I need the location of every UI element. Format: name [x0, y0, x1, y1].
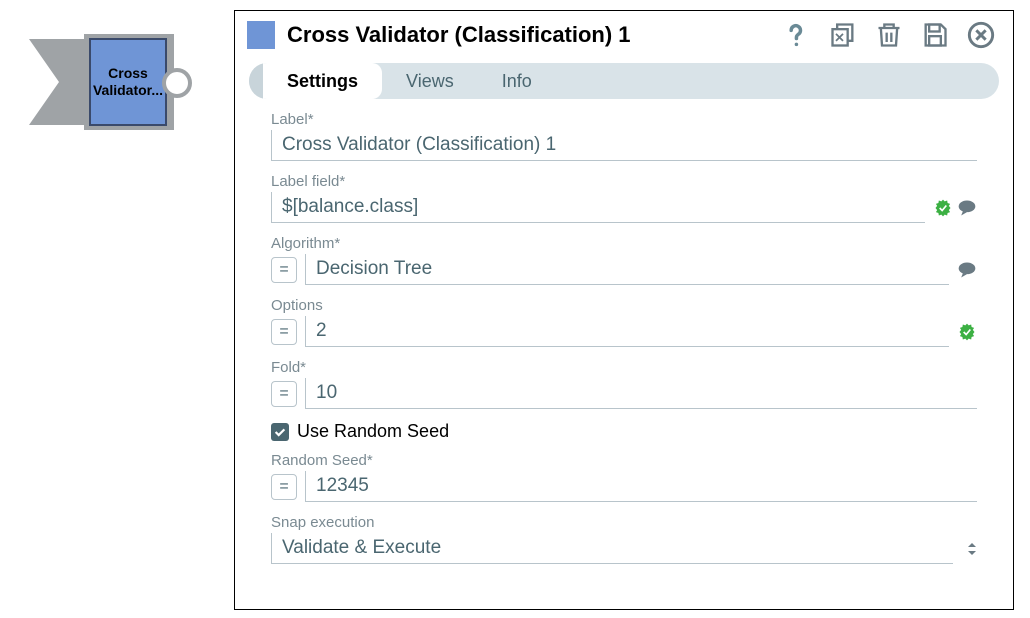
label-input[interactable]	[271, 130, 977, 161]
field-fold: Fold* =	[271, 359, 977, 409]
label-field-input[interactable]	[271, 192, 925, 223]
random-seed-input[interactable]	[305, 471, 977, 502]
fold-input[interactable]	[305, 378, 977, 409]
options-input[interactable]	[305, 316, 949, 347]
field-label: Label*	[271, 111, 977, 161]
algorithm-text: Algorithm*	[271, 235, 977, 252]
label-text: Label*	[271, 111, 977, 128]
valid-icon	[957, 322, 977, 342]
field-random-seed: Random Seed* =	[271, 452, 977, 502]
panel-color-swatch	[247, 21, 275, 49]
label-field-text: Label field*	[271, 173, 977, 190]
select-stepper[interactable]	[967, 541, 977, 557]
output-port[interactable]	[162, 68, 192, 98]
chevron-up-icon	[967, 541, 977, 549]
snap-node-label-box: Cross Validator...	[89, 38, 167, 126]
valid-icon	[933, 198, 953, 218]
field-use-random-seed: Use Random Seed	[271, 421, 977, 442]
field-snap-execution: Snap execution Validate & Execute	[271, 514, 977, 564]
algorithm-input[interactable]	[305, 254, 949, 285]
save-icon[interactable]	[921, 21, 949, 49]
tab-views[interactable]: Views	[382, 63, 478, 99]
delete-icon[interactable]	[875, 21, 903, 49]
field-label-field: Label field*	[271, 173, 977, 223]
fold-text: Fold*	[271, 359, 977, 376]
suggest-icon[interactable]	[957, 260, 977, 280]
random-seed-text: Random Seed*	[271, 452, 977, 469]
field-options: Options =	[271, 297, 977, 347]
use-random-seed-checkbox[interactable]	[271, 423, 289, 441]
panel-header: Cross Validator (Classification) 1	[235, 11, 1013, 59]
close-icon[interactable]	[967, 21, 995, 49]
options-text: Options	[271, 297, 977, 314]
snap-execution-text: Snap execution	[271, 514, 977, 531]
expression-toggle[interactable]: =	[271, 474, 297, 500]
chevron-down-icon	[967, 549, 977, 557]
suggest-icon[interactable]	[957, 198, 977, 218]
expression-toggle[interactable]: =	[271, 257, 297, 283]
check-icon	[273, 425, 287, 439]
use-random-seed-label: Use Random Seed	[297, 421, 449, 442]
properties-panel: Cross Validator (Classification) 1	[234, 10, 1014, 610]
help-icon[interactable]	[783, 21, 811, 49]
tab-settings[interactable]: Settings	[263, 63, 382, 99]
expression-toggle[interactable]: =	[271, 319, 297, 345]
expression-toggle[interactable]: =	[271, 381, 297, 407]
tab-info[interactable]: Info	[478, 63, 556, 99]
canvas-area: Cross Validator...	[12, 16, 222, 146]
snap-node-label: Cross Validator...	[91, 65, 165, 99]
panel-title: Cross Validator (Classification) 1	[287, 22, 771, 48]
copy-icon[interactable]	[829, 21, 857, 49]
settings-form: Label* Label field*	[235, 99, 1013, 588]
snap-node[interactable]: Cross Validator...	[24, 34, 179, 130]
tab-bar: Settings Views Info	[249, 63, 999, 99]
tab-handle[interactable]	[249, 63, 263, 99]
snap-execution-select[interactable]: Validate & Execute	[271, 533, 953, 564]
field-algorithm: Algorithm* =	[271, 235, 977, 285]
header-actions	[783, 21, 995, 49]
